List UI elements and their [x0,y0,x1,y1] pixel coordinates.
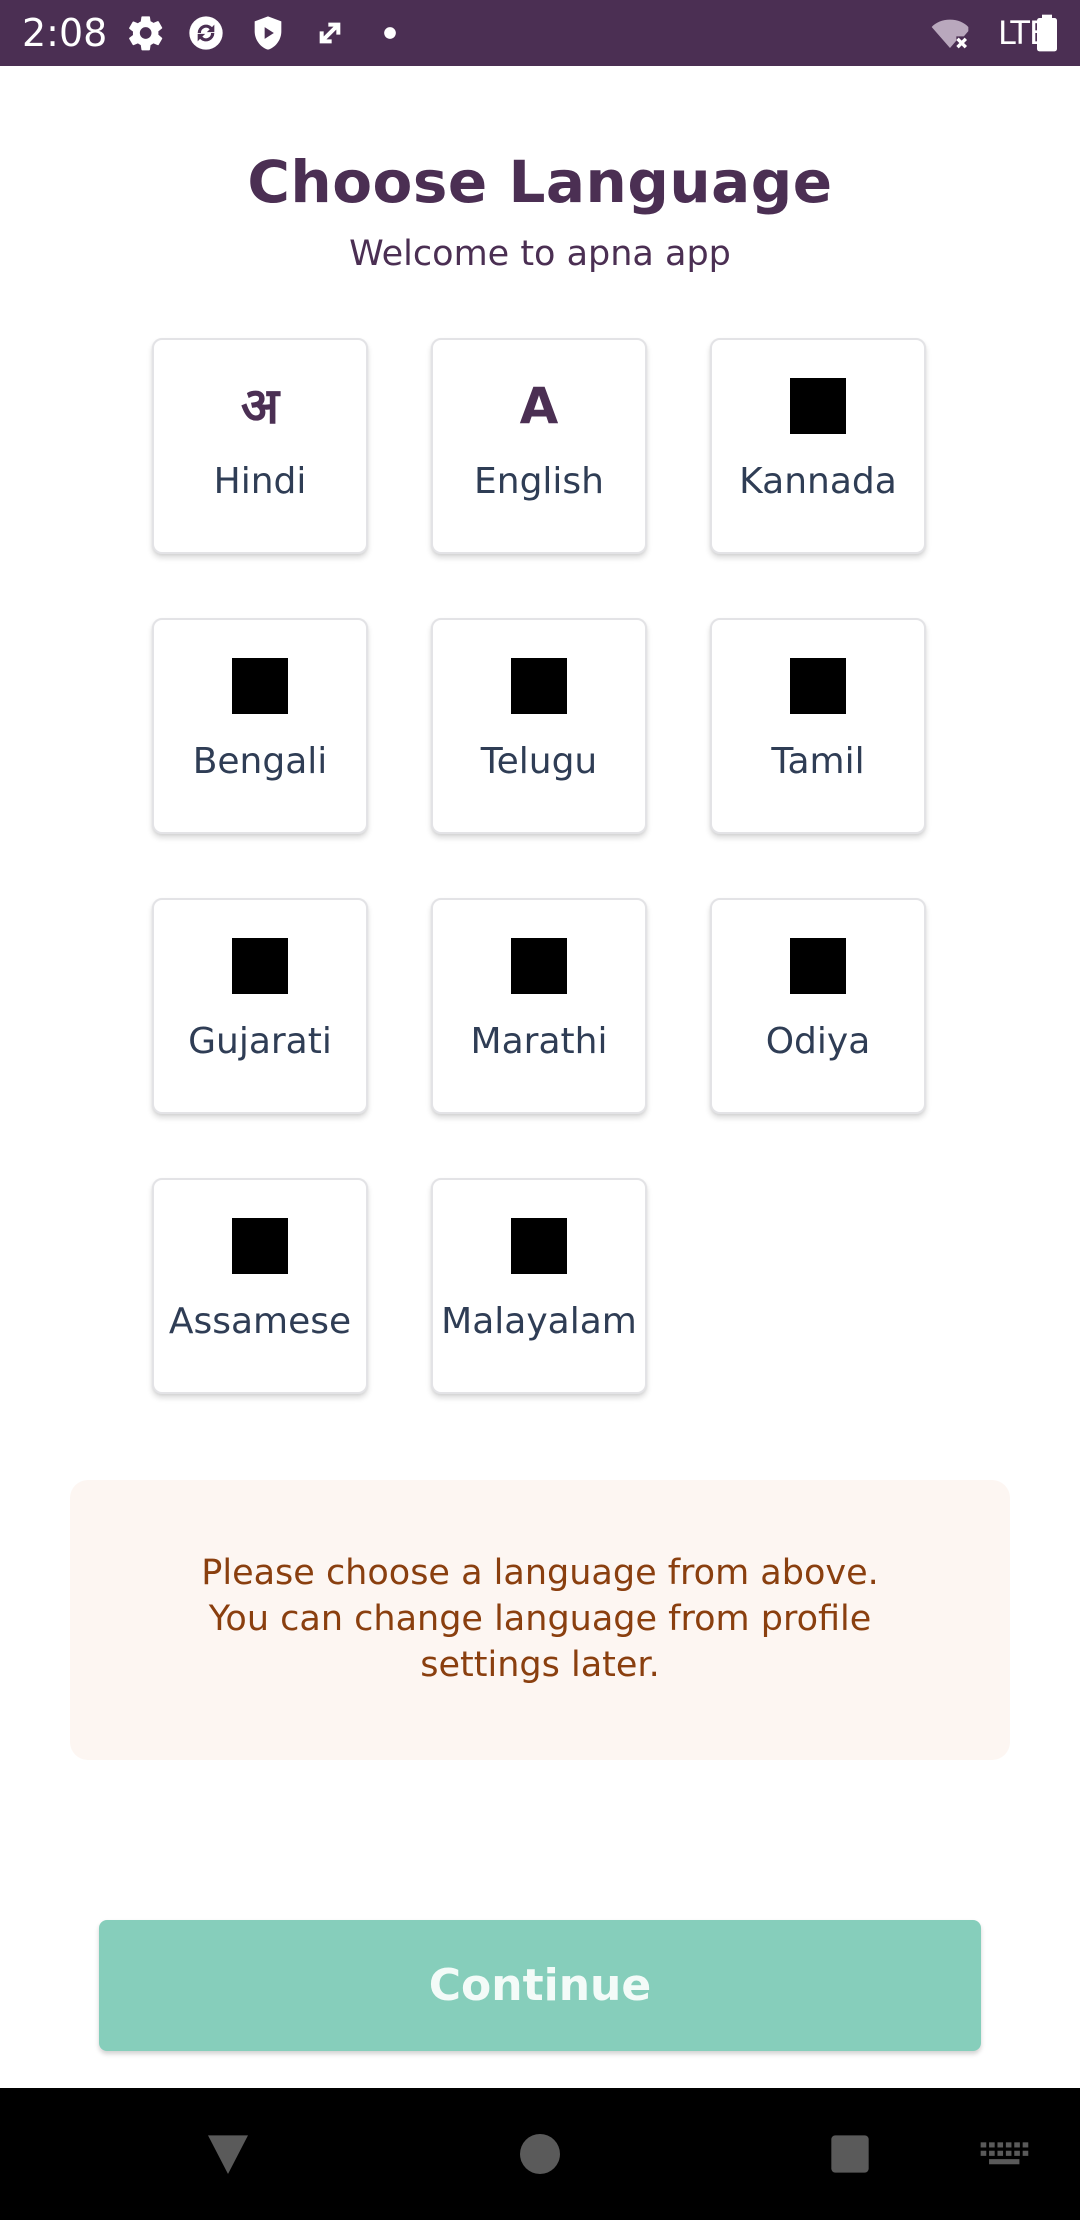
language-card-gujarati[interactable]: Gujarati [152,898,368,1114]
marathi-glyph-icon [511,938,567,994]
info-box: Please choose a language from above. You… [70,1480,1010,1760]
malayalam-glyph-icon [511,1218,567,1274]
dot-icon [370,13,410,53]
language-card-marathi[interactable]: Marathi [431,898,647,1114]
english-glyph-icon: A [519,377,559,435]
bengali-glyph-icon [232,658,288,714]
language-label: Marathi [470,1021,608,1062]
info-line: You can change language from profile [208,1599,872,1639]
page-subtitle: Welcome to apna app [349,234,731,274]
language-label: Hindi [213,461,307,502]
language-label: Kannada [739,461,897,502]
info-line: settings later. [420,1645,660,1685]
language-label: Odiya [765,1021,871,1062]
status-bar: 2:08 LTE [0,0,1080,66]
wifi-off-icon [930,13,970,53]
language-card-telugu[interactable]: Telugu [431,618,647,834]
language-label: Gujarati [188,1021,332,1062]
navigation-bar [0,2088,1080,2220]
language-card-odiya[interactable]: Odiya [710,898,926,1114]
page-title: Choose Language [247,148,833,216]
language-card-hindi[interactable]: अ Hindi [152,338,368,554]
kannada-glyph-icon [790,378,846,434]
language-label: Assamese [168,1301,352,1342]
battery-icon [1030,13,1064,53]
language-card-english[interactable]: A English [431,338,647,554]
language-label: English [474,461,604,502]
settings-icon [126,13,166,53]
home-icon[interactable] [508,2122,572,2186]
back-icon[interactable] [196,2122,260,2186]
language-grid: अ Hindi A English Kannada Bengali Telugu… [152,338,930,1394]
language-card-bengali[interactable]: Bengali [152,618,368,834]
language-label: Malayalam [441,1301,637,1342]
keyboard-icon[interactable] [976,2126,1032,2182]
continue-button[interactable]: Continue [99,1920,981,2051]
info-line: Please choose a language from above. [201,1553,879,1593]
tamil-glyph-icon [790,658,846,714]
expand-icon [310,13,350,53]
language-label: Telugu [480,741,598,782]
shield-icon [248,13,288,53]
hindi-glyph-icon: अ [240,377,280,435]
language-card-malayalam[interactable]: Malayalam [431,1178,647,1394]
status-time: 2:08 [22,11,108,55]
recents-icon[interactable] [818,2122,882,2186]
sync-icon [186,13,226,53]
language-label: Tamil [771,741,865,782]
language-card-kannada[interactable]: Kannada [710,338,926,554]
language-card-assamese[interactable]: Assamese [152,1178,368,1394]
info-message: Please choose a language from above. You… [70,1550,1010,1688]
assamese-glyph-icon [232,1218,288,1274]
gujarati-glyph-icon [232,938,288,994]
language-label: Bengali [192,741,328,782]
odiya-glyph-icon [790,938,846,994]
language-card-tamil[interactable]: Tamil [710,618,926,834]
telugu-glyph-icon [511,658,567,714]
